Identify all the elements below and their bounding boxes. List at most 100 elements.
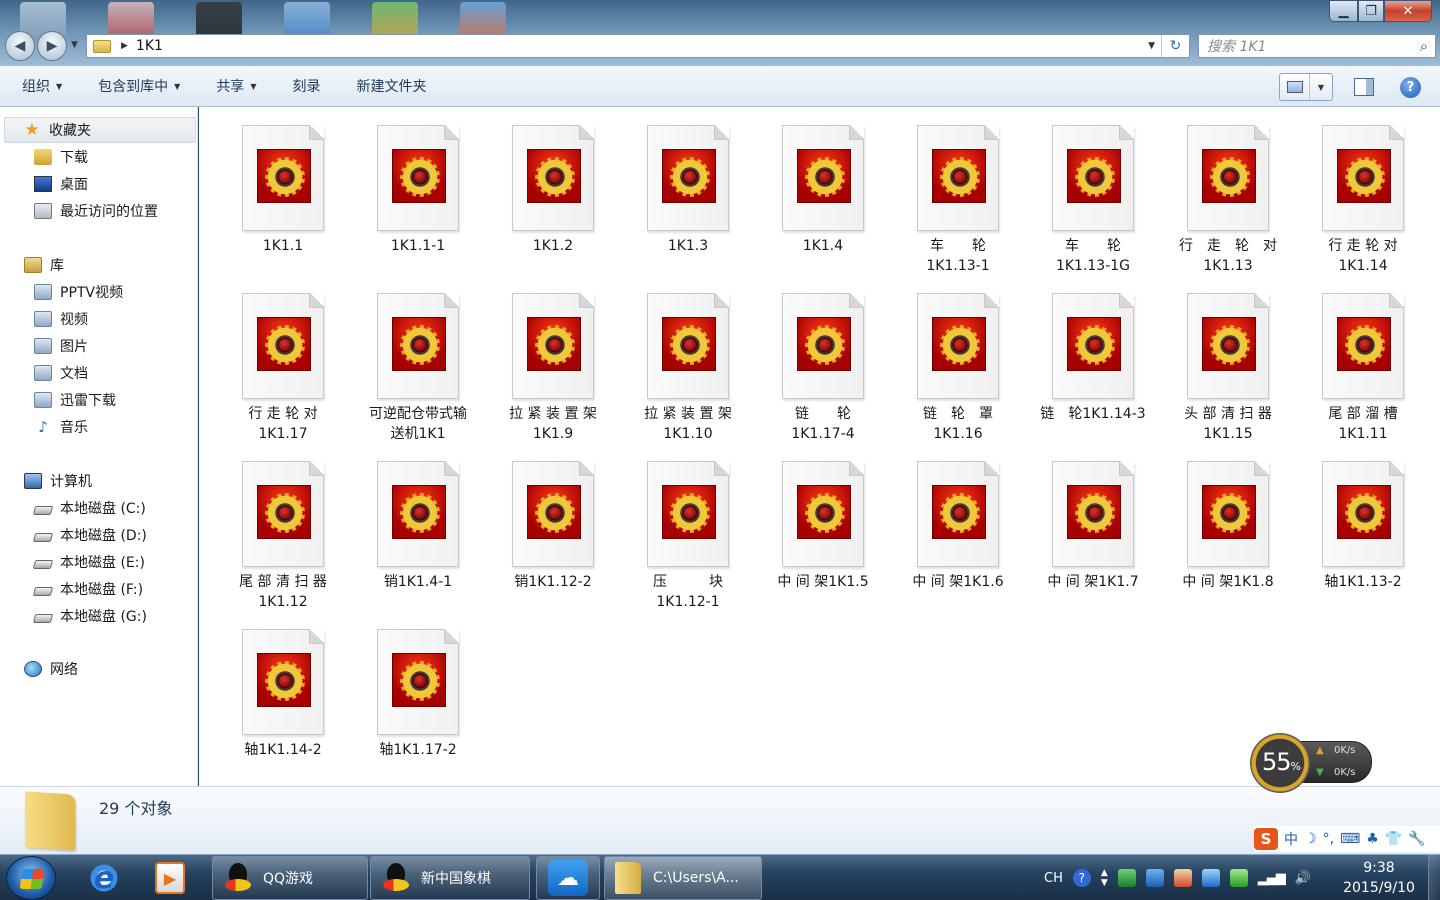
file-item[interactable]: 尾 部 清 扫 器 1K1.12 [199, 451, 331, 611]
show-desktop-button[interactable] [1428, 855, 1440, 900]
search-icon[interactable]: ⌕ [1413, 37, 1435, 55]
file-item[interactable]: 行 走 轮 对 1K1.14 [1279, 115, 1411, 275]
tray-overflow-icon[interactable]: ▲ ▼ [1101, 868, 1108, 888]
address-dropdown-icon[interactable]: ▼ [1148, 41, 1155, 51]
file-item[interactable]: 车 轮 1K1.13-1G [1009, 115, 1141, 275]
sidebar-item-drive-d[interactable]: 本地磁盘 (D:) [0, 522, 198, 548]
volume-icon[interactable]: 🔊 [1295, 871, 1311, 886]
sidebar-item-thunder-downloads[interactable]: 迅雷下载 [0, 387, 198, 413]
file-item[interactable]: 1K1.2 [469, 115, 601, 275]
search-box[interactable]: 搜索 1K1 ⌕ [1198, 34, 1436, 58]
file-item[interactable]: 轴1K1.14-2 [199, 619, 331, 779]
taskbar-task-cloud[interactable]: ☁ [536, 856, 600, 900]
maximize-button[interactable]: ❐ [1358, 0, 1384, 22]
sidebar-item-computer[interactable]: 计算机 [0, 468, 198, 494]
sidebar-item-libraries[interactable]: 库 [0, 252, 198, 278]
file-item[interactable]: 链 轮1K1.14-3 [1009, 283, 1146, 443]
ime-keyboard-icon[interactable]: ⌨ [1340, 831, 1360, 847]
file-item[interactable]: 1K1.1-1 [334, 115, 466, 275]
share-menu[interactable]: 共享 ▼ [216, 76, 256, 96]
breadcrumb-current[interactable]: 1K1 [136, 38, 163, 54]
file-item[interactable]: 1K1.3 [604, 115, 736, 275]
file-item[interactable]: 轴1K1.17-2 [334, 619, 466, 779]
back-button[interactable]: ◀ [5, 31, 35, 61]
sidebar-item-drive-c[interactable]: 本地磁盘 (C:) [0, 495, 198, 521]
sidebar-item-drive-e[interactable]: 本地磁盘 (E:) [0, 549, 198, 575]
ime-chinese-mode[interactable]: 中 [1284, 829, 1298, 849]
file-item[interactable]: 链 轮 1K1.17-4 [739, 283, 871, 443]
file-item[interactable]: 中 间 架1K1.8 [1144, 451, 1276, 611]
new-folder-button[interactable]: 新建文件夹 [356, 76, 426, 96]
preview-pane-icon[interactable] [1354, 78, 1374, 96]
file-item[interactable]: 行 走 轮 对 1K1.13 [1144, 115, 1277, 275]
recent-pages-dropdown-icon[interactable]: ▼ [71, 40, 78, 50]
sidebar-item-pictures[interactable]: 图片 [0, 333, 198, 359]
sidebar-item-downloads[interactable]: 下载 [0, 144, 198, 170]
file-item[interactable]: 轴1K1.13-2 [1279, 451, 1411, 611]
view-dropdown-icon[interactable]: ▼ [1310, 74, 1332, 100]
sidebar-item-favorites[interactable]: ★ 收藏夹 [4, 117, 196, 143]
sidebar-item-desktop[interactable]: 桌面 [0, 171, 198, 197]
network-speed-widget[interactable]: 55% ▲ 0K/s ▼ 0K/s [1250, 733, 1374, 793]
file-item[interactable]: 可逆配仓带式输 送机1K1 [334, 283, 467, 443]
security-shield-icon[interactable] [1201, 869, 1220, 887]
taskbar-pin-ie[interactable]: e [78, 859, 130, 897]
file-item[interactable]: 销1K1.12-2 [469, 451, 601, 611]
sidebar-item-drive-g[interactable]: 本地磁盘 (G:) [0, 603, 198, 629]
file-item[interactable]: 头 部 清 扫 器 1K1.15 [1144, 283, 1276, 443]
start-button[interactable] [6, 856, 56, 900]
sidebar-item-pptv-video[interactable]: PPTV视频 [0, 279, 198, 305]
antivirus-icon[interactable] [1229, 869, 1248, 887]
file-item[interactable]: 行 走 轮 对 1K1.17 [199, 283, 331, 443]
file-item[interactable]: 1K1.1 [199, 115, 331, 275]
ime-skin-icon[interactable]: ♣ [1366, 831, 1379, 847]
sogou-logo-icon[interactable]: S [1254, 828, 1278, 850]
burn-button[interactable]: 刻录 [292, 76, 320, 96]
language-indicator[interactable]: CH [1044, 871, 1063, 886]
file-item[interactable]: 1K1.4 [739, 115, 871, 275]
ime-punctuation-icon[interactable]: °, [1323, 831, 1334, 847]
file-item[interactable]: 车 轮 1K1.13-1 [874, 115, 1006, 275]
qq-tray-icon[interactable] [1173, 869, 1192, 887]
sidebar-item-documents[interactable]: 文档 [0, 360, 198, 386]
sidebar-item-videos[interactable]: 视频 [0, 306, 198, 332]
forward-button[interactable]: ▶ [37, 31, 67, 61]
help-icon[interactable]: ? [1400, 77, 1421, 98]
signal-strength-icon[interactable]: ▂▄▆ [1258, 871, 1286, 886]
minimize-button[interactable]: ▁ [1329, 0, 1358, 22]
organize-menu[interactable]: 组织 ▼ [22, 76, 62, 96]
change-view-button[interactable]: ▼ [1279, 73, 1333, 101]
taskbar-pin-media[interactable]: ▶ [144, 859, 196, 897]
ime-halfwidth-icon[interactable]: ☽ [1304, 831, 1317, 847]
sidebar-item-network[interactable]: 网络 [0, 656, 198, 682]
system-clock[interactable]: 9:38 2015/9/10 [1335, 858, 1423, 898]
file-item[interactable]: 压 块 1K1.12-1 [604, 451, 736, 611]
include-in-library-menu[interactable]: 包含到库中 ▼ [98, 76, 180, 96]
help-icon[interactable]: ? [1072, 869, 1091, 887]
taskbar-task-chinese-chess[interactable]: 新中国象棋 [370, 856, 530, 900]
file-item[interactable]: 中 间 架1K1.6 [874, 451, 1006, 611]
sidebar-item-music[interactable]: ♪ 音乐 [0, 414, 198, 440]
file-item[interactable]: 中 间 架1K1.5 [739, 451, 871, 611]
ime-settings-icon[interactable]: 🔧 [1408, 831, 1425, 847]
file-item[interactable]: 链 轮 罩 1K1.16 [874, 283, 1006, 443]
file-item[interactable]: 中 间 架1K1.7 [1009, 451, 1141, 611]
refresh-icon[interactable]: ↻ [1161, 35, 1189, 57]
sidebar-item-recent-places[interactable]: 最近访问的位置 [0, 198, 198, 224]
file-item[interactable]: 拉 紧 装 置 架 1K1.9 [469, 283, 601, 443]
sidebar-item-drive-f[interactable]: 本地磁盘 (F:) [0, 576, 198, 602]
view-icon[interactable] [1280, 74, 1310, 100]
cad-document-icon [377, 125, 459, 231]
file-item[interactable]: 尾 部 溜 槽 1K1.11 [1279, 283, 1411, 443]
address-bar[interactable]: ▶ 1K1 ▼ ↻ [86, 34, 1190, 58]
close-button[interactable]: ✕ [1384, 0, 1432, 22]
shield-icon[interactable] [1117, 869, 1136, 887]
network-monitor-icon[interactable] [1145, 869, 1164, 887]
file-item[interactable]: 拉 紧 装 置 架 1K1.10 [604, 283, 736, 443]
file-item[interactable]: 销1K1.4-1 [334, 451, 466, 611]
taskbar-task-qq-games[interactable]: QQ游戏 [212, 856, 368, 900]
ime-shirt-icon[interactable]: 👕 [1385, 831, 1402, 847]
breadcrumb-chevron-icon[interactable]: ▶ [121, 41, 128, 51]
search-input[interactable]: 搜索 1K1 [1199, 36, 1413, 56]
taskbar-task-explorer[interactable]: C:\Users\A... [604, 856, 762, 900]
